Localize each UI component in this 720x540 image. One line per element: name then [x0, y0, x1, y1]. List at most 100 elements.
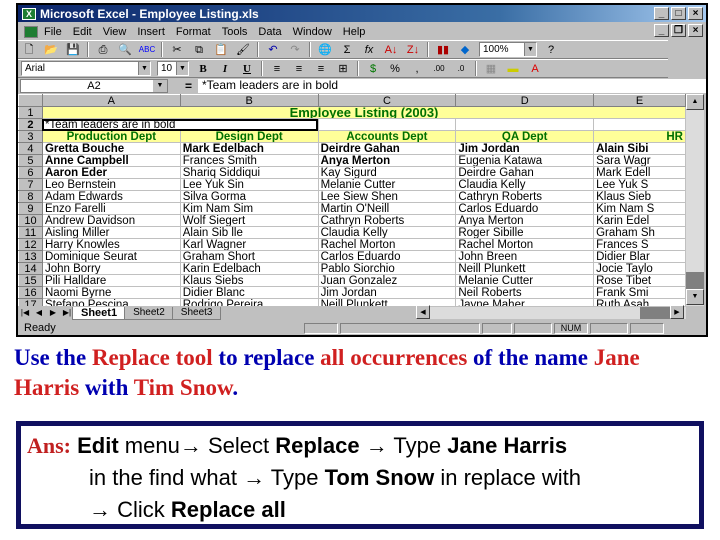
cell[interactable]: Jocie Taylo: [593, 262, 686, 275]
cell[interactable]: Klaus Sieb: [593, 190, 686, 203]
cell[interactable]: Didier Blar: [593, 250, 686, 263]
copy-icon[interactable]: ⧉: [190, 42, 208, 58]
row-header[interactable]: 1: [18, 106, 43, 119]
cell[interactable]: Cathryn Roberts: [317, 214, 457, 227]
percent-icon[interactable]: %: [386, 61, 404, 77]
prev-sheet-icon[interactable]: ◀: [32, 307, 46, 319]
cell[interactable]: Wolf Siegert: [179, 214, 319, 227]
cell[interactable]: Rachel Morton: [317, 238, 457, 251]
cut-icon[interactable]: ✂: [168, 42, 186, 58]
cell[interactable]: Naomi Byrne: [41, 286, 181, 299]
cell[interactable]: Martin O'Neill: [317, 202, 457, 215]
cell[interactable]: John Breen: [455, 250, 595, 263]
column-header-c[interactable]: C: [317, 94, 457, 107]
cell[interactable]: [455, 118, 595, 131]
cell[interactable]: Karl Wagner: [179, 238, 319, 251]
cell[interactable]: Melanie Cutter: [455, 274, 595, 287]
cell[interactable]: Karin Edel: [593, 214, 686, 227]
cell[interactable]: Juan Gonzalez: [317, 274, 457, 287]
cell[interactable]: Shariq Siddiqui: [179, 166, 319, 179]
column-header-a[interactable]: A: [41, 94, 181, 107]
cell[interactable]: Claudia Kelly: [317, 226, 457, 239]
minimize-button[interactable]: _: [654, 7, 669, 20]
horizontal-scrollbar[interactable]: ◀ ▶: [416, 305, 686, 319]
scroll-down-button[interactable]: ▼: [686, 289, 704, 305]
drawing-icon[interactable]: ◆: [456, 42, 474, 58]
bold-icon[interactable]: B: [194, 61, 212, 77]
cell[interactable]: Jim Jordan: [455, 142, 595, 155]
borders-icon[interactable]: ▦: [482, 61, 500, 77]
tab-sheet2[interactable]: Sheet2: [124, 306, 174, 320]
sort-ascending-icon[interactable]: A↓: [382, 42, 400, 58]
row-header[interactable]: 4: [18, 142, 43, 155]
print-preview-icon[interactable]: 🔍: [116, 42, 134, 58]
cell[interactable]: Cathryn Roberts: [455, 190, 595, 203]
cell[interactable]: Mark Edelbach: [179, 142, 319, 155]
hyperlink-icon[interactable]: 🌐: [316, 42, 334, 58]
cell[interactable]: Lee Yuk Sin: [179, 178, 319, 191]
align-center-icon[interactable]: ≡: [290, 61, 308, 77]
fill-color-icon[interactable]: ▬: [504, 61, 522, 77]
row-header[interactable]: 11: [18, 226, 43, 239]
menu-tools[interactable]: Tools: [222, 26, 248, 38]
merge-center-icon[interactable]: ⊞: [334, 61, 352, 77]
cell[interactable]: Pili Halldare: [41, 274, 181, 287]
row-header[interactable]: 17: [18, 298, 43, 306]
currency-icon[interactable]: $: [364, 61, 382, 77]
menu-help[interactable]: Help: [343, 26, 366, 38]
decrease-decimal-icon[interactable]: .0: [452, 61, 470, 77]
save-icon[interactable]: 💾: [64, 42, 82, 58]
cell[interactable]: Alain Sibi: [593, 142, 686, 155]
cell[interactable]: Kim Nam Sim: [179, 202, 319, 215]
cell[interactable]: Deirdre Gahan: [317, 142, 457, 155]
cell[interactable]: Andrew Davidson: [41, 214, 181, 227]
vertical-scroll-thumb[interactable]: [686, 272, 704, 289]
cell[interactable]: [593, 118, 686, 131]
row-header[interactable]: 6: [18, 166, 43, 179]
cell[interactable]: Adam Edwards: [41, 190, 181, 203]
row-header[interactable]: 16: [18, 286, 43, 299]
cell[interactable]: Kim Nam S: [593, 202, 686, 215]
dept-header-cell[interactable]: HR: [593, 130, 686, 143]
doc-minimize-button[interactable]: _: [654, 24, 669, 37]
menu-insert[interactable]: Insert: [137, 26, 165, 38]
cell[interactable]: Anne Campbell: [41, 154, 181, 167]
font-name-combo[interactable]: Arial ▼: [21, 61, 151, 76]
cell[interactable]: Anya Merton: [455, 214, 595, 227]
autosum-icon[interactable]: Σ: [338, 42, 356, 58]
menu-data[interactable]: Data: [258, 26, 281, 38]
redo-icon[interactable]: ↷: [286, 42, 304, 58]
tab-sheet3[interactable]: Sheet3: [171, 306, 222, 320]
zoom-combo[interactable]: 100% ▼: [479, 42, 537, 57]
row-header[interactable]: 2: [18, 118, 43, 131]
cell[interactable]: John Borry: [41, 262, 181, 275]
cell[interactable]: Neill Plunkett: [317, 298, 457, 306]
cell[interactable]: Stefano Pescina: [41, 298, 181, 306]
dept-header-cell[interactable]: QA Dept: [455, 130, 595, 143]
cell[interactable]: Enzo Farelli: [41, 202, 181, 215]
cell[interactable]: Silva Gorma: [179, 190, 319, 203]
menu-view[interactable]: View: [103, 26, 127, 38]
first-sheet-icon[interactable]: |◀: [18, 307, 32, 319]
cell[interactable]: Carlos Eduardo: [317, 250, 457, 263]
cell[interactable]: Dominique Seurat: [41, 250, 181, 263]
dept-header-cell[interactable]: Accounts Dept: [317, 130, 457, 143]
cell[interactable]: [317, 118, 457, 131]
horizontal-scroll-thumb[interactable]: [640, 307, 670, 319]
row-header[interactable]: 15: [18, 274, 43, 287]
font-size-combo[interactable]: 10 ▼: [157, 61, 189, 76]
row-header[interactable]: 3: [18, 130, 43, 143]
sort-descending-icon[interactable]: Z↓: [404, 42, 422, 58]
font-color-icon[interactable]: A: [526, 61, 544, 77]
menu-format[interactable]: Format: [176, 26, 211, 38]
chart-wizard-icon[interactable]: ▮▮: [434, 42, 452, 58]
open-icon[interactable]: 📂: [42, 42, 60, 58]
cell[interactable]: Jayne Maher: [455, 298, 595, 306]
cell[interactable]: Leo Bernstein: [41, 178, 181, 191]
spelling-icon[interactable]: ABC: [138, 42, 156, 58]
cell[interactable]: Lee Siew Shen: [317, 190, 457, 203]
tab-sheet1[interactable]: Sheet1: [72, 306, 127, 320]
undo-icon[interactable]: ↶: [264, 42, 282, 58]
cell[interactable]: Alain Sib lle: [179, 226, 319, 239]
cell[interactable]: Neil Roberts: [455, 286, 595, 299]
